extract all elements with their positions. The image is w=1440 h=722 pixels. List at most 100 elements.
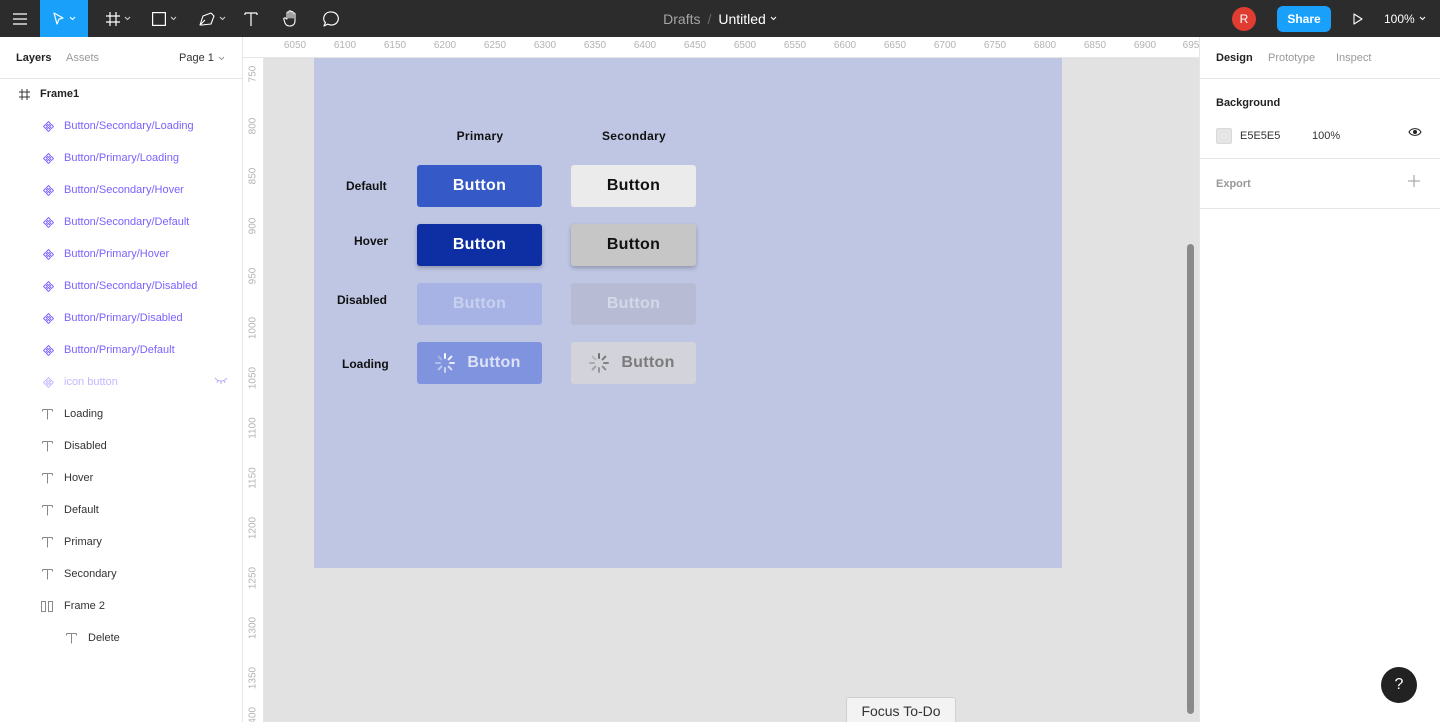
layer-component[interactable]: Button/Primary/Default [0, 334, 242, 366]
spinner-icon [588, 352, 610, 374]
ruler-tick: 1250 [247, 566, 259, 590]
canvas[interactable]: Primary Secondary Default Hover Disabled… [264, 58, 1199, 722]
column-header-secondary[interactable]: Secondary [602, 129, 666, 143]
comment-tool-button[interactable] [316, 0, 346, 37]
layer-text[interactable]: Disabled [0, 430, 242, 462]
layer-name: Secondary [64, 568, 117, 580]
layer-component[interactable]: Button/Primary/Hover [0, 238, 242, 270]
tab-assets[interactable]: Assets [66, 52, 99, 64]
background-color-swatch[interactable] [1216, 128, 1232, 144]
avatar[interactable]: R [1232, 7, 1256, 31]
background-hex-input[interactable]: E5E5E5 [1240, 130, 1280, 142]
ruler-tick: 1100 [247, 417, 259, 439]
eye-icon[interactable] [1408, 127, 1422, 140]
layers-panel: Layers Assets Page 1 Frame1 Button/Secon… [0, 37, 243, 722]
help-button[interactable]: ? [1381, 667, 1417, 703]
layer-text[interactable]: Hover [0, 462, 242, 494]
button-primary-default[interactable]: Button [417, 165, 542, 207]
page-label: Page 1 [179, 52, 214, 64]
layer-name: Button/Secondary/Default [64, 216, 190, 228]
layer-component-hidden[interactable]: icon button [0, 366, 242, 398]
layer-text[interactable]: Secondary [0, 558, 242, 590]
layer-text[interactable]: Loading [0, 398, 242, 430]
component-icon [41, 119, 55, 133]
layer-name: Frame 2 [64, 600, 105, 612]
layer-name: Primary [64, 536, 102, 548]
frame-tool-button[interactable] [98, 0, 138, 37]
layer-component[interactable]: Button/Secondary/Disabled [0, 270, 242, 302]
layer-text[interactable]: Primary [0, 526, 242, 558]
pen-tool-button[interactable] [192, 0, 232, 37]
layer-text[interactable]: Default [0, 494, 242, 526]
row-header-loading[interactable]: Loading [342, 357, 389, 371]
page-selector[interactable]: Page 1 [179, 52, 225, 64]
plus-icon[interactable] [1408, 175, 1420, 190]
layer-component[interactable]: Button/Secondary/Default [0, 206, 242, 238]
ruler-tick: 6450 [683, 40, 707, 51]
column-header-primary[interactable]: Primary [457, 129, 504, 143]
ruler-tick: 1400 [247, 706, 259, 722]
button-secondary-disabled[interactable]: Button [571, 283, 696, 325]
share-button[interactable]: Share [1277, 6, 1331, 32]
ruler-tick: 1000 [247, 316, 259, 340]
text-layer-icon [40, 471, 54, 485]
row-header-hover[interactable]: Hover [354, 234, 388, 248]
layer-component[interactable]: Button/Primary/Disabled [0, 302, 242, 334]
ruler-tick: 6300 [533, 40, 557, 51]
tab-prototype[interactable]: Prototype [1268, 52, 1315, 64]
focus-todo-tab[interactable]: Focus To-Do [846, 697, 956, 722]
button-label: Button [452, 177, 507, 194]
chevron-down-icon [124, 16, 130, 21]
text-layer-icon [64, 631, 78, 645]
frame-icon [105, 11, 120, 26]
layer-component[interactable]: Button/Secondary/Loading [0, 110, 242, 142]
button-label: Button [606, 295, 661, 312]
button-primary-disabled[interactable]: Button [417, 283, 542, 325]
layer-frame2[interactable]: Frame 2 [0, 590, 242, 622]
button-primary-hover[interactable]: Button [417, 224, 542, 266]
right-panel-tabs: Design Prototype Inspect [1200, 37, 1440, 79]
layer-frame1[interactable]: Frame1 [0, 78, 242, 110]
ruler-tick: 6750 [983, 40, 1007, 51]
tab-layers[interactable]: Layers [16, 52, 51, 64]
vertical-scrollbar[interactable] [1187, 244, 1194, 714]
hand-tool-button[interactable] [276, 0, 306, 37]
tab-inspect[interactable]: Inspect [1336, 52, 1371, 64]
layer-text[interactable]: Delete [0, 622, 242, 654]
layer-name: Button/Primary/Loading [64, 152, 179, 164]
button-secondary-default[interactable]: Button [571, 165, 696, 207]
export-title: Export [1216, 178, 1251, 190]
background-opacity-input[interactable]: 100% [1312, 130, 1340, 142]
chevron-down-icon [1419, 16, 1426, 21]
shape-tool-button[interactable] [144, 0, 184, 37]
layer-name: Button/Primary/Disabled [64, 312, 183, 324]
chevron-down-icon[interactable] [770, 16, 777, 21]
button-primary-loading[interactable]: Button [417, 342, 542, 384]
button-secondary-loading[interactable]: Button [571, 342, 696, 384]
horizontal-ruler: 6050 6100 6150 6200 6250 6300 6350 6400 … [243, 37, 1199, 58]
present-button[interactable] [1344, 0, 1372, 37]
file-name[interactable]: Untitled [718, 11, 765, 27]
tab-design[interactable]: Design [1216, 52, 1253, 64]
zoom-dropdown[interactable]: 100% [1384, 0, 1426, 37]
layer-name: Frame1 [40, 88, 80, 100]
ruler-tick: 6700 [933, 40, 957, 51]
frame-icon [17, 87, 31, 101]
text-layer-icon [40, 503, 54, 517]
row-header-default[interactable]: Default [346, 179, 387, 193]
layer-name: Delete [88, 632, 120, 644]
layer-name: Button/Secondary/Disabled [64, 280, 198, 292]
move-tool-button[interactable] [40, 0, 88, 37]
ruler-tick: 6350 [583, 40, 607, 51]
chevron-down-icon [170, 16, 176, 21]
main-menu-button[interactable] [0, 0, 40, 37]
breadcrumb-drafts[interactable]: Drafts [663, 11, 700, 27]
eye-closed-icon[interactable] [214, 376, 228, 388]
button-secondary-hover[interactable]: Button [571, 224, 696, 266]
text-layer-icon [40, 567, 54, 581]
layer-component[interactable]: Button/Primary/Loading [0, 142, 242, 174]
frame1-artboard[interactable]: Primary Secondary Default Hover Disabled… [314, 58, 1062, 568]
text-tool-button[interactable] [236, 0, 266, 37]
row-header-disabled[interactable]: Disabled [337, 293, 387, 307]
layer-component[interactable]: Button/Secondary/Hover [0, 174, 242, 206]
